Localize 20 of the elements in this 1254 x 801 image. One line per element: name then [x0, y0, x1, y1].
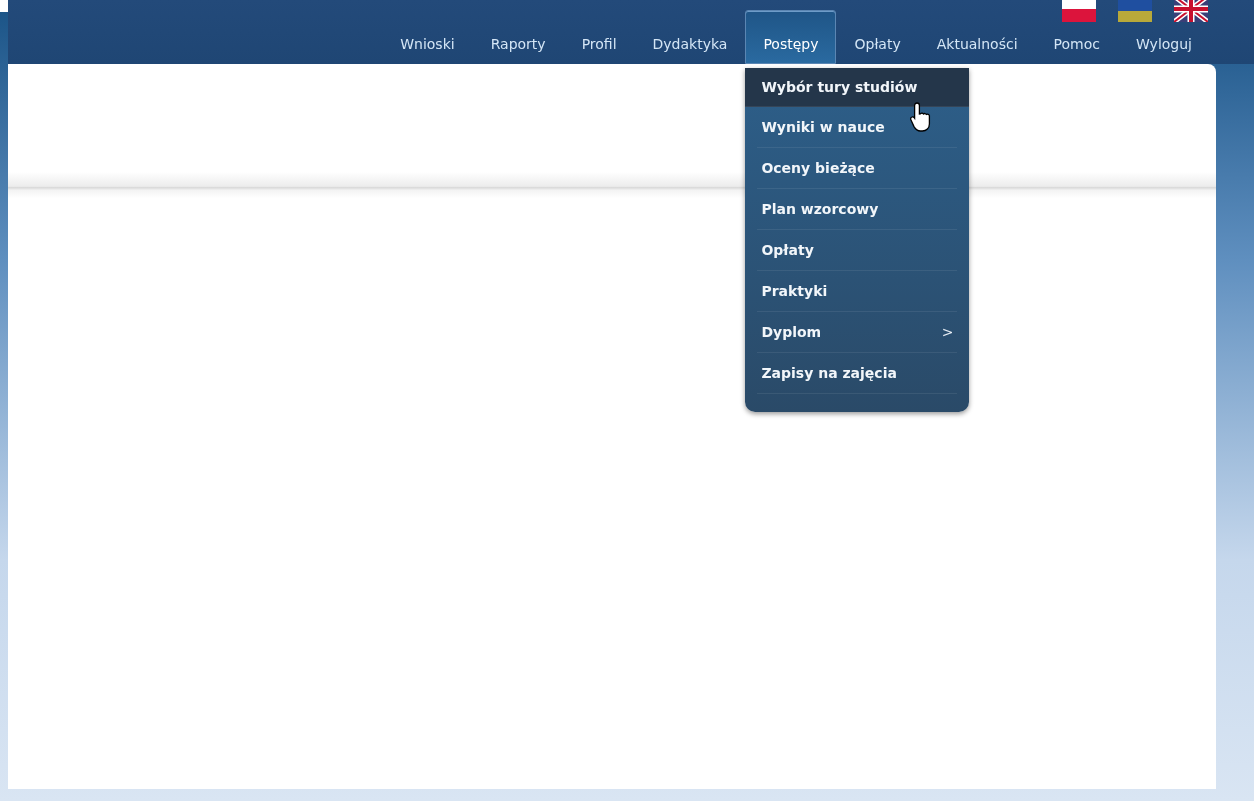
- nav-tab[interactable]: Raporty: [472, 10, 564, 64]
- menu-item[interactable]: Zapisy na zajęcia: [757, 353, 958, 394]
- nav-tab[interactable]: Wnioski: [382, 10, 473, 64]
- submenu-arrow: >: [941, 324, 954, 340]
- menu-item[interactable]: Opłaty: [757, 230, 958, 271]
- nav-tab[interactable]: Dydaktyka: [634, 10, 746, 64]
- nav-tab[interactable]: Pomoc: [1035, 10, 1118, 64]
- menu-item[interactable]: Oceny bieżące: [757, 148, 958, 189]
- nav-tab[interactable]: Aktualności: [918, 10, 1036, 64]
- nav-tab[interactable]: Opłaty: [836, 10, 919, 64]
- menu-item[interactable]: Praktyki: [757, 271, 958, 312]
- uk-flag-icon[interactable]: [1174, 0, 1208, 22]
- nav-tab[interactable]: Profil: [563, 10, 635, 64]
- menu-item[interactable]: Dyplom >: [757, 312, 958, 353]
- nav-tab[interactable]: Wyloguj: [1118, 10, 1210, 64]
- menu-item[interactable]: Plan wzorcowy: [757, 189, 958, 230]
- menu-item[interactable]: Wybór tury studiów: [745, 68, 970, 107]
- nav-tab[interactable]: Postępy: [745, 10, 837, 64]
- poland-flag-icon[interactable]: [1062, 0, 1096, 22]
- ukraine-flag-icon[interactable]: [1118, 0, 1152, 22]
